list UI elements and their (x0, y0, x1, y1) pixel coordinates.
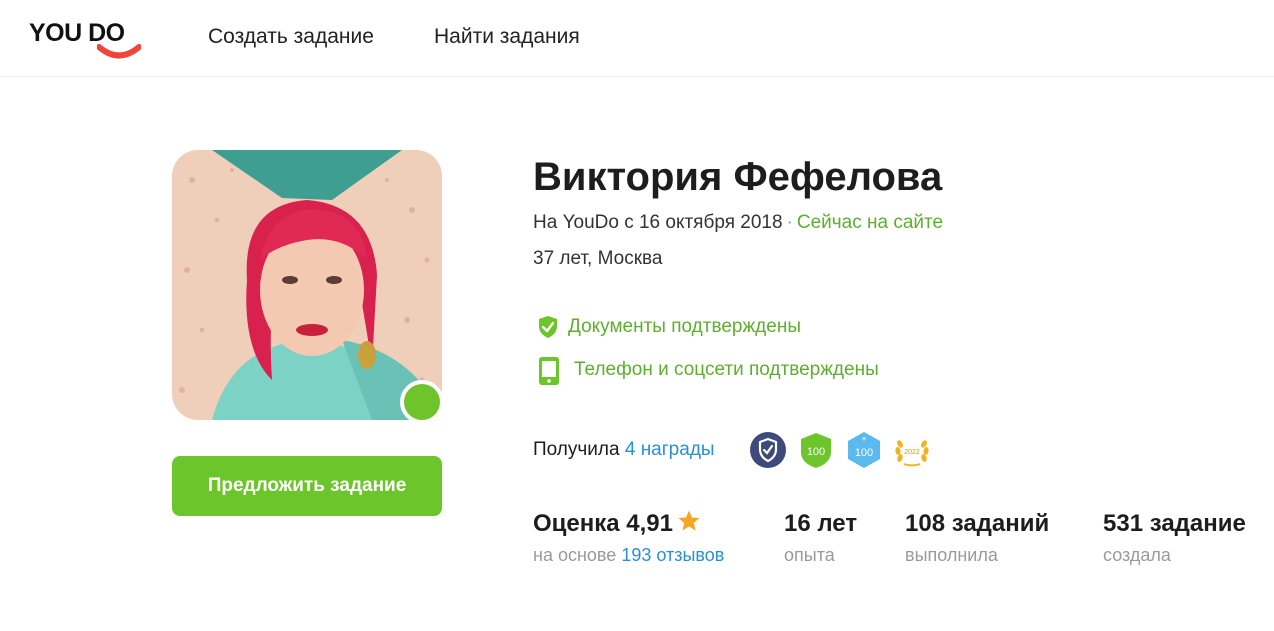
svg-text:2022: 2022 (904, 449, 920, 456)
age-city: 37 лет, Москва (533, 248, 663, 269)
stat-completed: 108 заданий выполнила (905, 508, 1049, 567)
member-since: На YouDo с 16 октября 2018 (533, 212, 783, 233)
shield-check-icon (539, 316, 557, 338)
awards-link[interactable]: 4 награды (625, 439, 715, 460)
svg-text:+: + (861, 434, 866, 444)
star-icon (678, 510, 700, 531)
shield-check-badge-icon[interactable] (748, 430, 788, 470)
online-indicator (400, 380, 444, 424)
completed-value: 108 заданий (905, 510, 1050, 537)
svg-text:100: 100 (807, 446, 825, 458)
experience-value: 16 лет (784, 510, 858, 537)
top-header: YOU DO Создать задание Найти задания (0, 0, 1274, 77)
created-value: 531 задание (1103, 510, 1246, 537)
rating-value: Оценка 4,91 (533, 510, 674, 537)
separator-dot: · (786, 212, 793, 233)
laurel-2022-badge-icon[interactable]: 2022 (892, 430, 932, 470)
experience-sub: опыта (784, 545, 835, 565)
documents-verified-label: Документы подтверждены (568, 316, 801, 337)
profile-photo (172, 150, 442, 420)
profile-name: Виктория Фефелова (533, 155, 943, 199)
completed-sub: выполнила (905, 545, 998, 565)
online-status: Сейчас на сайте (796, 212, 944, 233)
phone-verified-label: Телефон и соцсети подтверждены (574, 359, 879, 380)
svg-text:100: 100 (855, 447, 873, 459)
logo-smile-icon (97, 44, 141, 59)
youdo-logo[interactable]: YOU DO (29, 18, 144, 62)
100-plus-blue-badge-icon[interactable]: + 100 (844, 430, 884, 470)
offer-task-button[interactable]: Предложить задание (172, 456, 442, 516)
stat-experience: 16 лет опыта (784, 508, 857, 567)
nav-find-tasks[interactable]: Найти задания (434, 24, 580, 50)
awards-label: Получила 4 награды (533, 439, 715, 460)
rating-sub: на основе (533, 545, 617, 565)
member-since-row: На YouDo с 16 октября 2018 · Сейчас на сай… (533, 211, 943, 235)
stat-rating: Оценка 4,91 на основе 193 отзывов (533, 508, 724, 567)
100-green-badge-icon[interactable]: 100 (796, 430, 836, 470)
stat-created: 531 задание создала (1103, 508, 1246, 567)
phone-icon (539, 357, 559, 385)
nav-create-task[interactable]: Создать задание (208, 24, 374, 50)
created-sub: создала (1103, 545, 1171, 565)
reviews-link[interactable]: 193 отзывов (621, 545, 724, 565)
